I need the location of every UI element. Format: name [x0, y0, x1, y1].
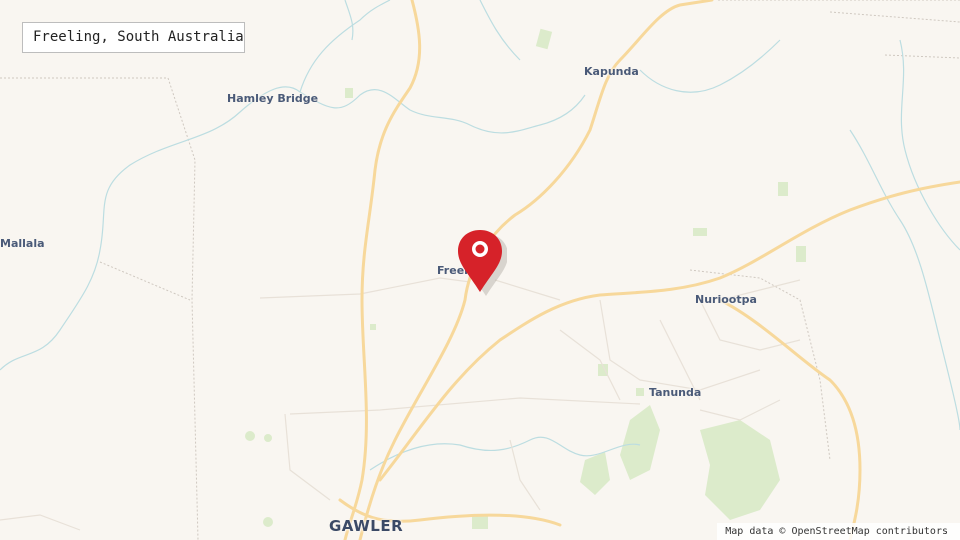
map-attribution[interactable]: Map data © OpenStreetMap contributors [717, 523, 960, 540]
map-canvas[interactable]: Freeling, South Australia Kapunda Hamley… [0, 0, 960, 540]
map-title: Freeling, South Australia [22, 22, 245, 53]
place-label-kapunda: Kapunda [584, 65, 639, 78]
place-label-tanunda: Tanunda [649, 386, 702, 399]
place-label-hamley-bridge: Hamley Bridge [227, 92, 319, 105]
place-label-mallala: Mallala [0, 237, 45, 250]
place-label-nuriootpa: Nuriootpa [695, 293, 757, 306]
location-pin-icon[interactable] [455, 228, 507, 296]
place-label-gawler: GAWLER [329, 517, 404, 535]
